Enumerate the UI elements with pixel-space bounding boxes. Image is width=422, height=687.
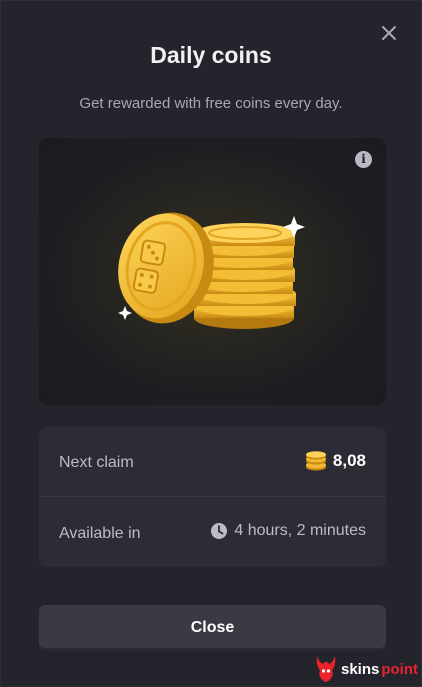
info-icon[interactable]: i [355, 151, 372, 168]
brand-skins-text: skins [340, 660, 380, 678]
close-button[interactable]: Close [39, 605, 386, 651]
next-claim-label: Next claim [59, 454, 134, 471]
available-in-label: Available in [59, 525, 141, 542]
brand-point-text: point [381, 660, 418, 678]
coins-illustration [118, 212, 305, 329]
sparkle-icon [118, 306, 132, 320]
devil-logo-icon [316, 656, 336, 682]
close-icon[interactable] [379, 23, 399, 43]
clock-icon [211, 523, 228, 539]
daily-coins-modal: Daily coins Get rewarded with free coins… [0, 0, 422, 687]
available-in-row: Available in 4 hours, 2 minutes [39, 498, 386, 567]
available-in-value: 4 hours, 2 minutes [234, 522, 366, 539]
next-claim-row: Next claim 8,08 [39, 427, 386, 497]
modal-title: Daily coins [150, 42, 272, 68]
modal-subtitle: Get rewarded with free coins every day. [79, 95, 343, 112]
coins-illustration-panel: i [39, 138, 386, 405]
brand-logo: skins point [313, 654, 418, 684]
claim-info-box: Next claim 8,08 Available in 4 hours, 2 … [39, 427, 386, 567]
coin-stack-icon [305, 451, 326, 471]
next-claim-value: 8,08 [332, 451, 366, 470]
